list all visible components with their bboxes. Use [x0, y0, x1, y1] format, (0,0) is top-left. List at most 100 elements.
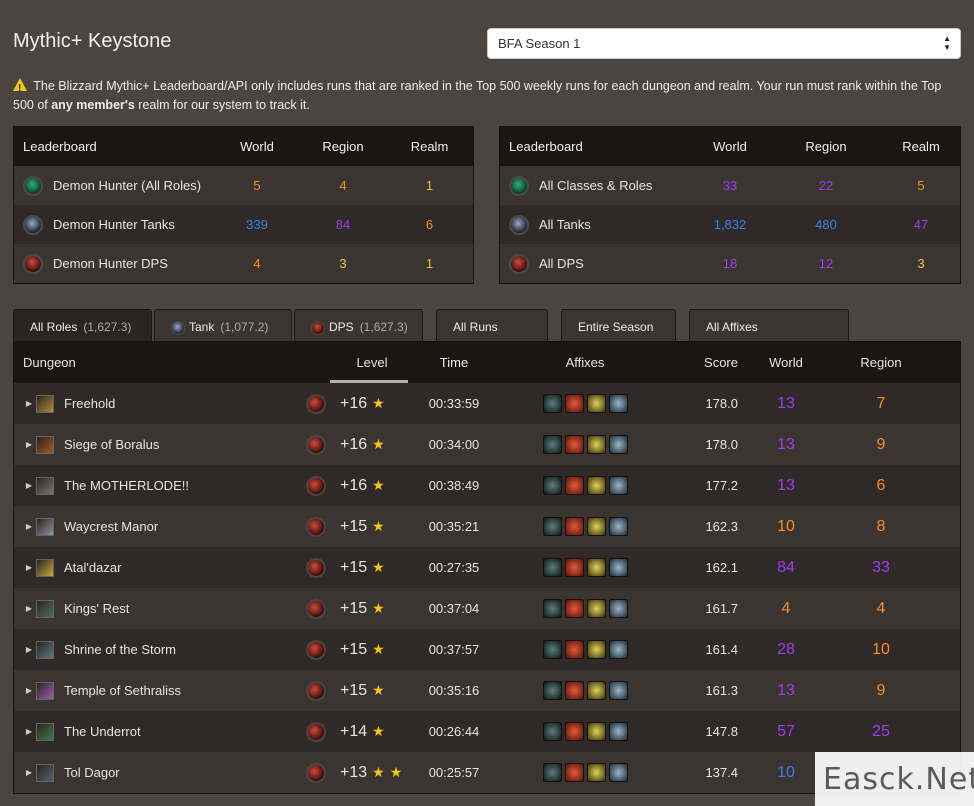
infested-affix-icon[interactable]	[608, 517, 628, 536]
skittish-affix-icon[interactable]	[586, 681, 606, 700]
dungeon-name[interactable]: Tol Dagor	[64, 765, 120, 780]
bolstering-affix-icon[interactable]	[564, 722, 584, 741]
col-region: Region	[805, 139, 847, 154]
table-row[interactable]: ▶ The Underrot +14 ★ 00:26:44 147.8 57 25	[14, 711, 960, 752]
leaderboard-row[interactable]: All DPS 18 12 3	[500, 244, 960, 283]
col-leaderboard: Leaderboard	[509, 139, 583, 154]
table-row[interactable]: ▶ Atal'dazar +15 ★ 00:27:35 162.1 84 33	[14, 547, 960, 588]
infested-affix-icon[interactable]	[608, 394, 628, 413]
spec-cell	[298, 516, 334, 537]
expand-caret-icon[interactable]: ▶	[14, 399, 36, 408]
leaderboard-row[interactable]: Demon Hunter DPS 4 3 1	[14, 244, 473, 283]
expand-caret-icon[interactable]: ▶	[14, 604, 36, 613]
tab-all-roles[interactable]: All Roles (1,627.3)	[13, 309, 152, 342]
skittish-affix-icon[interactable]	[586, 435, 606, 454]
bolstering-affix-icon[interactable]	[564, 517, 584, 536]
bolstering-affix-icon[interactable]	[564, 435, 584, 454]
table-row[interactable]: ▶ The MOTHERLODE!! +16 ★ 00:38:49 177.2 13 6	[14, 465, 960, 506]
infested-affix-icon[interactable]	[608, 763, 628, 782]
fortified-affix-icon[interactable]	[542, 435, 562, 454]
tab-label: All Affixes	[706, 320, 758, 334]
bolstering-affix-icon[interactable]	[564, 640, 584, 659]
tab-tank[interactable]: Tank (1,077.2)	[154, 309, 292, 342]
dungeon-cell: The Underrot	[36, 722, 298, 741]
expand-caret-icon[interactable]: ▶	[14, 563, 36, 572]
infested-affix-icon[interactable]	[608, 681, 628, 700]
table-row[interactable]: ▶ Waycrest Manor +15 ★ 00:35:21 162.3 10 8	[14, 506, 960, 547]
table-row[interactable]: ▶ Temple of Sethraliss +15 ★ 00:35:16 161.3 13…	[14, 670, 960, 711]
expand-caret-icon[interactable]: ▶	[14, 481, 36, 490]
bolstering-affix-icon[interactable]	[564, 763, 584, 782]
dungeon-name[interactable]: Kings' Rest	[64, 601, 129, 616]
infested-affix-icon[interactable]	[608, 599, 628, 618]
leaderboard-row[interactable]: All Tanks 1,832 480 47	[500, 205, 960, 244]
fortified-affix-icon[interactable]	[542, 394, 562, 413]
dungeon-name[interactable]: Temple of Sethraliss	[64, 683, 181, 698]
skittish-affix-icon[interactable]	[586, 763, 606, 782]
dungeon-cell: Kings' Rest	[36, 599, 298, 618]
dungeon-name[interactable]: Atal'dazar	[64, 560, 121, 575]
leaderboard-row[interactable]: Demon Hunter Tanks 339 84 6	[14, 205, 473, 244]
skittish-affix-icon[interactable]	[586, 517, 606, 536]
bolstering-affix-icon[interactable]	[564, 476, 584, 495]
skittish-affix-icon[interactable]	[586, 640, 606, 659]
expand-caret-icon[interactable]: ▶	[14, 727, 36, 736]
run-score: 162.1	[705, 560, 738, 575]
table-row[interactable]: ▶ Siege of Boralus +16 ★ 00:34:00 178.0 13 9	[14, 424, 960, 465]
expand-caret-icon[interactable]: ▶	[14, 440, 36, 449]
run-time: 00:25:57	[428, 765, 480, 780]
col-world[interactable]: World	[738, 355, 834, 370]
bolstering-affix-icon[interactable]	[564, 599, 584, 618]
fortified-affix-icon[interactable]	[542, 722, 562, 741]
infested-affix-icon[interactable]	[608, 558, 628, 577]
fortified-affix-icon[interactable]	[542, 599, 562, 618]
dungeon-name[interactable]: The Underrot	[64, 724, 141, 739]
expand-caret-icon[interactable]: ▶	[14, 645, 36, 654]
fortified-affix-icon[interactable]	[542, 476, 562, 495]
fortified-affix-icon[interactable]	[542, 763, 562, 782]
expand-caret-icon[interactable]: ▶	[14, 686, 36, 695]
world-rank: 13	[777, 476, 795, 494]
table-row[interactable]: ▶ Freehold +16 ★ 00:33:59 178.0 13 7	[14, 383, 960, 424]
bolstering-affix-icon[interactable]	[564, 394, 584, 413]
fortified-affix-icon[interactable]	[542, 640, 562, 659]
bolstering-affix-icon[interactable]	[564, 558, 584, 577]
expand-caret-icon[interactable]: ▶	[14, 522, 36, 531]
skittish-affix-icon[interactable]	[586, 394, 606, 413]
leaderboard-row[interactable]: All Classes & Roles 33 22 5	[500, 166, 960, 205]
infested-affix-icon[interactable]	[608, 722, 628, 741]
fortified-affix-icon[interactable]	[542, 558, 562, 577]
fortified-affix-icon[interactable]	[542, 517, 562, 536]
skittish-affix-icon[interactable]	[586, 722, 606, 741]
skittish-affix-icon[interactable]	[586, 599, 606, 618]
season-select[interactable]: BFA Season 1 ▲ ▼	[487, 28, 961, 59]
bolstering-affix-icon[interactable]	[564, 681, 584, 700]
tab-dps[interactable]: DPS (1,627.3)	[294, 309, 423, 342]
col-dungeon[interactable]: Dungeon	[14, 355, 298, 370]
level-cell: +16 ★	[334, 395, 410, 413]
tab-all-runs[interactable]: All Runs	[436, 309, 548, 342]
dungeon-name[interactable]: Shrine of the Storm	[64, 642, 176, 657]
infested-affix-icon[interactable]	[608, 640, 628, 659]
col-time[interactable]: Time	[410, 355, 498, 370]
dungeon-name[interactable]: Siege of Boralus	[64, 437, 159, 452]
skittish-affix-icon[interactable]	[586, 476, 606, 495]
dungeon-name[interactable]: Freehold	[64, 396, 115, 411]
table-row[interactable]: ▶ Kings' Rest +15 ★ 00:37:04 161.7 4 4	[14, 588, 960, 629]
col-level[interactable]: Level	[334, 355, 410, 370]
col-score[interactable]: Score	[672, 355, 738, 370]
infested-affix-icon[interactable]	[608, 476, 628, 495]
tab-entire-season[interactable]: Entire Season	[561, 309, 676, 342]
expand-caret-icon[interactable]: ▶	[14, 768, 36, 777]
star-icon: ★	[372, 723, 385, 739]
table-row[interactable]: ▶ Shrine of the Storm +15 ★ 00:37:57 161.4 28 1…	[14, 629, 960, 670]
fortified-affix-icon[interactable]	[542, 681, 562, 700]
dungeon-cell: Atal'dazar	[36, 558, 298, 577]
dungeon-name[interactable]: Waycrest Manor	[64, 519, 158, 534]
leaderboard-row[interactable]: Demon Hunter (All Roles) 5 4 1	[14, 166, 473, 205]
dungeon-name[interactable]: The MOTHERLODE!!	[64, 478, 189, 493]
infested-affix-icon[interactable]	[608, 435, 628, 454]
tab-all-affixes[interactable]: All Affixes	[689, 309, 849, 342]
skittish-affix-icon[interactable]	[586, 558, 606, 577]
col-region[interactable]: Region	[834, 355, 928, 370]
